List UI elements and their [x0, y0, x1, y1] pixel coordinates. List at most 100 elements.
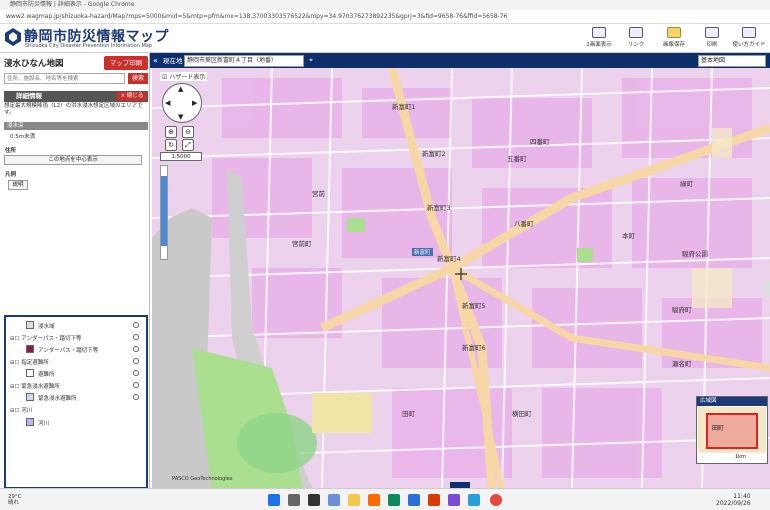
start-icon[interactable] — [268, 494, 280, 506]
map-label: 宮前 — [312, 190, 325, 198]
map-label: 八番町 — [514, 220, 534, 228]
depth-value: 0.5m未満 — [10, 134, 36, 140]
edge-icon[interactable] — [388, 494, 400, 506]
pan-down-icon[interactable]: ▼ — [178, 113, 183, 121]
map-canvas[interactable]: 新富町1 新富町3 新富町4 新富町5 新富町6 新富町2 宮前町 五番町 四番… — [152, 68, 770, 488]
map-label: 横田町 — [512, 410, 532, 418]
search-input[interactable] — [4, 73, 125, 84]
legend-explain-button[interactable]: 説明 — [8, 180, 28, 190]
folder-icon — [667, 27, 681, 38]
map-label: 新富町2 — [422, 150, 446, 158]
print-button[interactable]: 印刷 — [695, 26, 729, 51]
zoom-layer-icon[interactable] — [133, 370, 139, 376]
chrome-icon[interactable] — [490, 494, 502, 506]
sidebar: 浸水ひなん地図 マップ印刷 検索 詳細情報 × 閉じる 想定最大規模降雨（L2）… — [0, 53, 150, 489]
weather-widget[interactable]: 29°C 晴れ — [8, 494, 22, 506]
zoom-layer-icon[interactable] — [133, 334, 139, 340]
taskview-icon[interactable] — [308, 494, 320, 506]
address-bar[interactable]: www2.wagmap.jp/shizuoka-hazard/Map?mps=5… — [0, 10, 770, 24]
mail-icon[interactable] — [468, 494, 480, 506]
map-svg — [152, 68, 770, 488]
overview-title: 広域図 — [697, 397, 767, 406]
legend-swatch — [26, 369, 34, 377]
zoom-layer-icon[interactable] — [133, 346, 139, 352]
widgets-icon[interactable] — [328, 494, 340, 506]
map-label: 新富町 — [412, 248, 433, 256]
search-button[interactable]: 検索 — [128, 73, 148, 84]
legend-swatch — [26, 321, 34, 329]
map-label: 新富町5 — [462, 302, 486, 310]
map-label: 田町 — [402, 410, 415, 418]
zoom-in-icon[interactable]: ⊕ — [165, 126, 177, 138]
basemap-select[interactable]: 基本地図 — [698, 55, 766, 67]
pan-right-icon[interactable]: ▶ — [192, 99, 197, 107]
map-label: 宮前町 — [292, 240, 312, 248]
map-label: 駿府町 — [672, 306, 692, 314]
firefox-icon[interactable] — [368, 494, 380, 506]
app-header: 静岡市防災情報マップ Shizuoka City Disaster Preven… — [0, 24, 770, 53]
map-label: 本町 — [622, 232, 635, 240]
current-location-field[interactable]: 静岡市葵区新富町４丁目（地番） — [184, 55, 304, 67]
print-icon — [705, 27, 719, 38]
map-label: 四番町 — [530, 138, 550, 146]
app-subtitle: Shizuoka City Disaster Prevention Inform… — [25, 43, 153, 49]
link-button[interactable]: リンク — [619, 26, 653, 51]
guide-icon — [742, 27, 756, 38]
zoom-layer-icon[interactable] — [133, 382, 139, 388]
office-icon[interactable] — [428, 494, 440, 506]
clock[interactable]: 11:40 2022/09/26 — [716, 493, 751, 507]
folder-icon[interactable] — [348, 494, 360, 506]
dual-screen-button[interactable]: 2画面表示 — [582, 26, 616, 51]
collapse-sidebar-icon[interactable]: « — [151, 55, 160, 66]
map-attribution: PASCO GeoTechnologies — [172, 476, 233, 482]
app-icon[interactable] — [448, 494, 460, 506]
store-icon[interactable] — [408, 494, 420, 506]
pan-up-icon[interactable]: ▲ — [178, 85, 183, 93]
dual-screen-icon — [592, 27, 606, 38]
layer-item: 緊急浸水避難所 — [38, 396, 77, 402]
detail-description: 想定最大規模降雨（L2）の洪水浸水想定区域のエリアです。 — [4, 103, 143, 116]
zoom-layer-icon[interactable] — [133, 394, 139, 400]
overview-scale: 1km — [735, 454, 746, 460]
zoom-layer-icon[interactable] — [133, 358, 139, 364]
pan-control[interactable]: ▲ ▼ ◀ ▶ — [162, 83, 202, 123]
map-print-button[interactable]: マップ印刷 — [104, 56, 148, 70]
guide-button[interactable]: 使い方ガイド — [732, 26, 766, 51]
layer-panel: 浸水域 ⊟☐ アンダーパス・踏切下等 アンダーパス・踏切下等 ⊟☐ 指定避難所 … — [4, 315, 148, 489]
map-label: 新富町4 — [437, 255, 461, 263]
map-label: 五番町 — [507, 155, 527, 163]
map-label: 新富町3 — [427, 204, 451, 212]
layer-item[interactable]: ⊟☐ 河川 — [10, 406, 32, 414]
overview-viewport[interactable]: 田町 — [706, 413, 758, 449]
map-label: 緑町 — [680, 180, 693, 188]
search-icon[interactable] — [288, 494, 300, 506]
zoom-out-icon[interactable]: ⊖ — [182, 126, 194, 138]
fullscreen-icon[interactable]: ⤢ — [182, 139, 194, 151]
zoom-layer-icon[interactable] — [133, 322, 139, 328]
layer-item[interactable]: ⊟☐ アンダーパス・踏切下等 — [10, 334, 82, 342]
scale-display: 1:5000 — [160, 152, 202, 161]
address-label: 住所 — [5, 148, 17, 154]
pan-left-icon[interactable]: ◀ — [165, 99, 170, 107]
overview-map: 広域図 田町 1km — [696, 396, 768, 464]
legend-label: 凡例 — [5, 172, 17, 178]
map-label: 駿府公園 — [682, 250, 708, 258]
detail-close-button[interactable]: × 閉じる — [117, 92, 147, 101]
layer-item[interactable]: ⊟☐ 指定避難所 — [10, 358, 49, 366]
sidebar-title: 浸水ひなん地図 — [4, 59, 64, 69]
legend-swatch — [26, 418, 34, 426]
save-image-button[interactable]: 画像保存 — [657, 26, 691, 51]
right-panel-toggle[interactable] — [763, 280, 770, 296]
zoom-slider[interactable] — [160, 165, 168, 260]
overview-canvas[interactable]: 田町 — [698, 407, 766, 453]
layer-item[interactable]: ⊟☐ 緊急浸水避難所 — [10, 382, 60, 390]
link-icon — [629, 27, 643, 38]
legend-swatch — [26, 345, 34, 353]
locate-icon[interactable]: ⌖ — [306, 55, 316, 67]
map-label: 瀬名町 — [672, 360, 692, 368]
layer-item: アンダーパス・踏切下等 — [38, 348, 99, 354]
map-label: 新富町1 — [392, 103, 416, 111]
rotate-icon[interactable]: ↻ — [165, 139, 177, 151]
center-here-button[interactable]: この地点を中心表示 — [4, 155, 142, 165]
hazard-checkbox[interactable]: ☑ ハザード表示 — [160, 72, 208, 81]
